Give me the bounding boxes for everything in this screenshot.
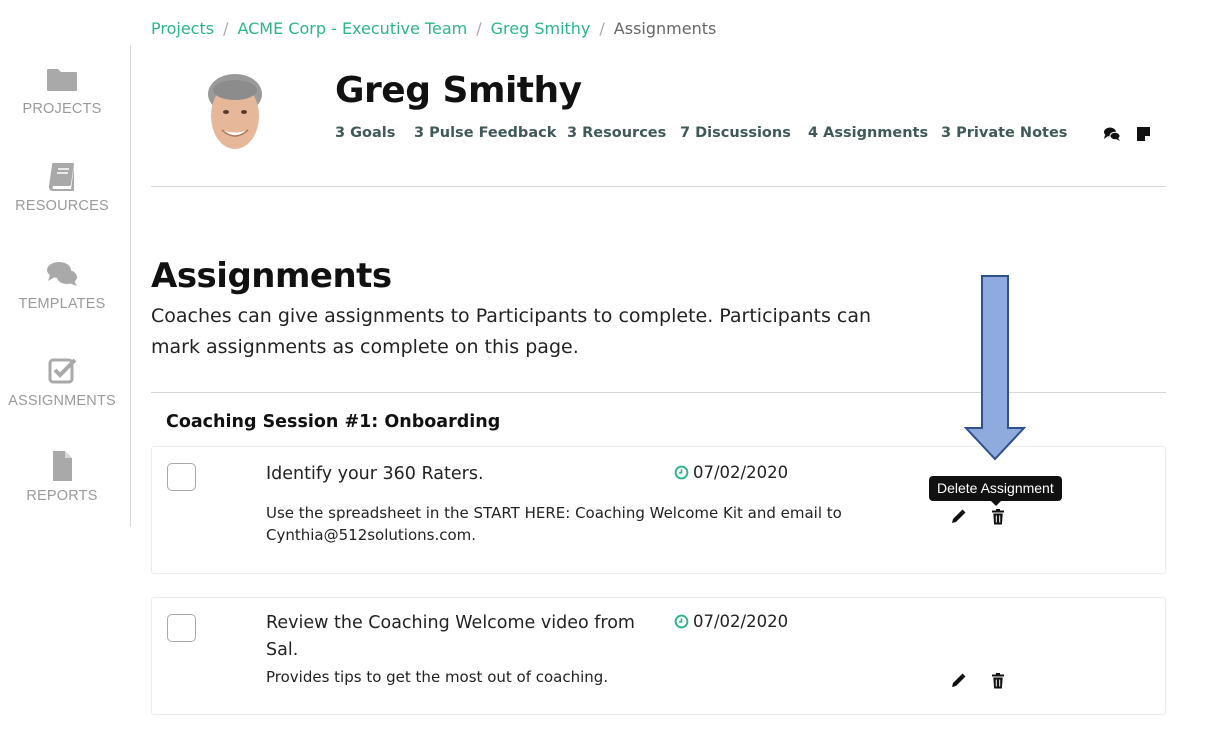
assignment-card: Identify your 360 Raters. Use the spread… [151,446,1166,574]
breadcrumb-project-link[interactable]: ACME Corp - Executive Team [237,19,467,38]
stat-pulse-feedback-link[interactable]: 3 Pulse Feedback [414,125,556,141]
stat-goals-link[interactable]: 3 Goals [335,125,395,141]
sidebar-item-label: PROJECTS [22,101,102,117]
check-square-icon [48,358,77,384]
sidebar-item-label: ASSIGNMENTS [8,393,116,409]
avatar [208,74,262,149]
assignment-title: Review the Coaching Welcome video from S… [266,613,635,660]
folder-icon [47,69,77,91]
breadcrumb-projects-link[interactable]: Projects [151,19,214,38]
section-title: Assignments [151,256,392,296]
breadcrumb-separator: / [223,19,229,38]
tooltip-caret [990,500,1002,506]
stat-assignments-link[interactable]: 4 Assignments [808,125,928,141]
sidebar-item-resources[interactable]: RESOURCES [0,160,124,214]
sidebar-item-label: TEMPLATES [18,296,106,312]
sticky-note-icon[interactable] [1135,126,1153,142]
assignment-date-text: 07/02/2020 [693,612,789,631]
assignment-card: Review the Coaching Welcome video from S… [151,597,1166,715]
clock-icon [674,614,689,629]
breadcrumb: Projects / ACME Corp - Executive Team / Greg… [151,19,716,38]
sidebar: PROJECTS RESOURCES TEMPLATES ASSIGNMENTS… [0,45,131,527]
sidebar-item-reports[interactable]: REPORTS [0,450,124,504]
sidebar-item-assignments[interactable]: ASSIGNMENTS [0,355,126,409]
breadcrumb-current: Assignments [613,19,717,38]
assignment-description: Use the spreadsheet in the START HERE: C… [266,504,842,544]
breadcrumb-participant-link[interactable]: Greg Smithy [491,19,591,38]
assignment-description: Provides tips to get the most out of coa… [266,668,609,686]
header-divider [151,186,1166,187]
trash-icon[interactable] [989,508,1007,526]
trash-icon[interactable] [989,672,1007,690]
group-title: Coaching Session #1: Onboarding [166,412,501,432]
stat-resources-link[interactable]: 3 Resources [567,125,666,141]
participant-name: Greg Smithy [335,70,582,111]
sidebar-item-label: RESOURCES [15,198,109,214]
sidebar-item-templates[interactable]: TEMPLATES [0,258,124,312]
assignment-complete-checkbox[interactable] [167,463,196,491]
annotation-down-arrow [964,275,1026,461]
assignment-complete-checkbox[interactable] [167,614,196,642]
section-description: Coaches can give assignments to Particip… [151,305,872,358]
breadcrumb-separator: / [476,19,482,38]
stat-private-notes-link[interactable]: 3 Private Notes [941,125,1067,141]
breadcrumb-separator: / [599,19,605,38]
assignment-title: Identify your 360 Raters. [266,464,484,484]
comments-icon[interactable] [1103,126,1121,142]
assignment-date-text: 07/02/2020 [693,463,789,482]
edit-pencil-icon[interactable] [949,508,967,526]
file-icon [53,451,72,481]
assignment-due-date: 07/02/2020 [674,612,788,631]
book-icon [48,162,74,191]
stat-discussions-link[interactable]: 7 Discussions [680,125,791,141]
delete-assignment-tooltip: Delete Assignment [929,476,1062,501]
assignment-due-date: 07/02/2020 [674,463,788,482]
sidebar-item-projects[interactable]: PROJECTS [0,63,124,117]
sidebar-item-label: REPORTS [26,488,98,504]
comments-icon [47,262,77,286]
clock-icon [674,465,689,480]
edit-pencil-icon[interactable] [949,672,967,690]
